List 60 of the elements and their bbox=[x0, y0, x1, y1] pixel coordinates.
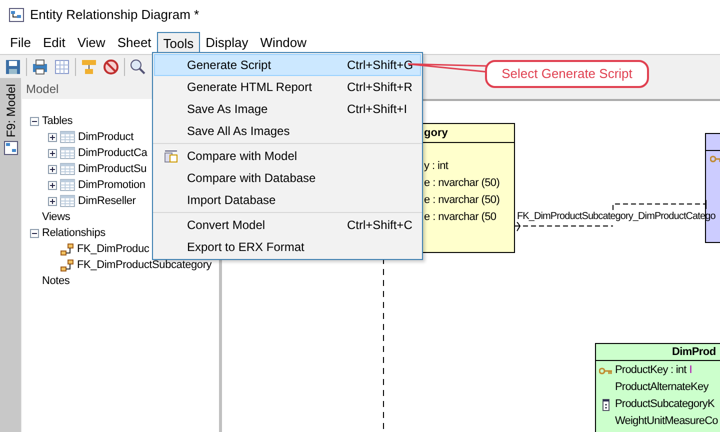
window-title: Entity Relationship Diagram * bbox=[30, 6, 200, 24]
tree-item[interactable]: DimPromotion bbox=[78, 178, 146, 192]
zoom-icon[interactable] bbox=[129, 58, 147, 76]
column-text: WeightUnitMeasureCo bbox=[615, 414, 718, 430]
table-icon bbox=[60, 131, 75, 143]
column-icon bbox=[602, 398, 610, 410]
menu-item[interactable]: Window bbox=[254, 32, 313, 54]
tree-item[interactable]: DimReseller bbox=[78, 194, 136, 208]
grid-icon[interactable] bbox=[53, 58, 71, 76]
expand-icon[interactable] bbox=[48, 196, 57, 206]
column-text: e : nvarchar (50 bbox=[424, 210, 496, 225]
callout-bubble: Select Generate Script bbox=[485, 60, 649, 88]
column-text: e : nvarchar (50) bbox=[424, 176, 500, 191]
menu-item[interactable]: Display bbox=[200, 32, 254, 54]
print-icon[interactable] bbox=[31, 58, 49, 76]
expand-icon[interactable] bbox=[48, 164, 57, 174]
menu-item[interactable]: Edit bbox=[36, 32, 72, 54]
column-text: ProductSubcategoryK bbox=[615, 397, 714, 412]
key-icon bbox=[710, 155, 720, 163]
menu-item[interactable]: Save As Image Ctrl+Shift+I bbox=[154, 98, 421, 120]
relationship-icon bbox=[60, 258, 74, 272]
column-text: ProductKey : int bbox=[615, 363, 686, 378]
diagram-icon[interactable] bbox=[4, 141, 18, 156]
table-icon bbox=[60, 195, 75, 207]
menu-item[interactable]: Sheet bbox=[111, 32, 158, 54]
collapse-icon[interactable] bbox=[30, 116, 39, 126]
column-text: y : int bbox=[424, 159, 448, 174]
tree-item[interactable]: FK_DimProductSubcategory bbox=[77, 258, 212, 272]
app-icon bbox=[9, 8, 24, 22]
save-icon[interactable] bbox=[4, 58, 22, 76]
tree-item[interactable]: DimProduct bbox=[78, 130, 134, 144]
prohibited-icon[interactable] bbox=[102, 58, 120, 76]
table-icon bbox=[60, 179, 75, 191]
column-text: e : nvarchar (50) bbox=[424, 193, 500, 208]
menu-item[interactable]: File bbox=[4, 32, 37, 54]
tree-item[interactable]: Relationships bbox=[42, 226, 106, 240]
entity-table[interactable]: DimProd ProductKey : int I ProductAlternateKey ProductSubcategoryK WeightUnitMeasureCo bbox=[595, 343, 720, 432]
menu-item[interactable]: View bbox=[71, 32, 112, 54]
tree-item[interactable]: Notes bbox=[42, 274, 70, 288]
identity-mark: I bbox=[689, 363, 692, 378]
column-text: ProductAlternateKey bbox=[615, 380, 708, 396]
expand-icon[interactable] bbox=[48, 132, 57, 142]
table-header: gory bbox=[424, 126, 448, 141]
tree-item[interactable]: Tables bbox=[42, 114, 73, 128]
table-icon bbox=[60, 163, 75, 175]
table-icon bbox=[60, 147, 75, 159]
key-icon bbox=[598, 366, 612, 374]
tree-item[interactable]: DimProductSu bbox=[78, 162, 147, 176]
tree-item[interactable]: DimProductCa bbox=[78, 146, 148, 160]
collapse-icon[interactable] bbox=[30, 228, 39, 238]
menu-item[interactable]: Generate Script Ctrl+Shift+G bbox=[154, 54, 421, 76]
expand-icon[interactable] bbox=[48, 148, 57, 158]
tree-item[interactable]: FK_DimProduc bbox=[77, 242, 150, 256]
relationship-icon bbox=[60, 242, 74, 256]
table-header: DimProd bbox=[672, 344, 716, 360]
compare-icon bbox=[164, 150, 178, 162]
tree-item[interactable]: Views bbox=[42, 210, 70, 224]
expand-icon[interactable] bbox=[48, 180, 57, 190]
menu-item[interactable]: Tools bbox=[157, 32, 200, 54]
side-tab[interactable]: F9: Model bbox=[2, 84, 20, 138]
